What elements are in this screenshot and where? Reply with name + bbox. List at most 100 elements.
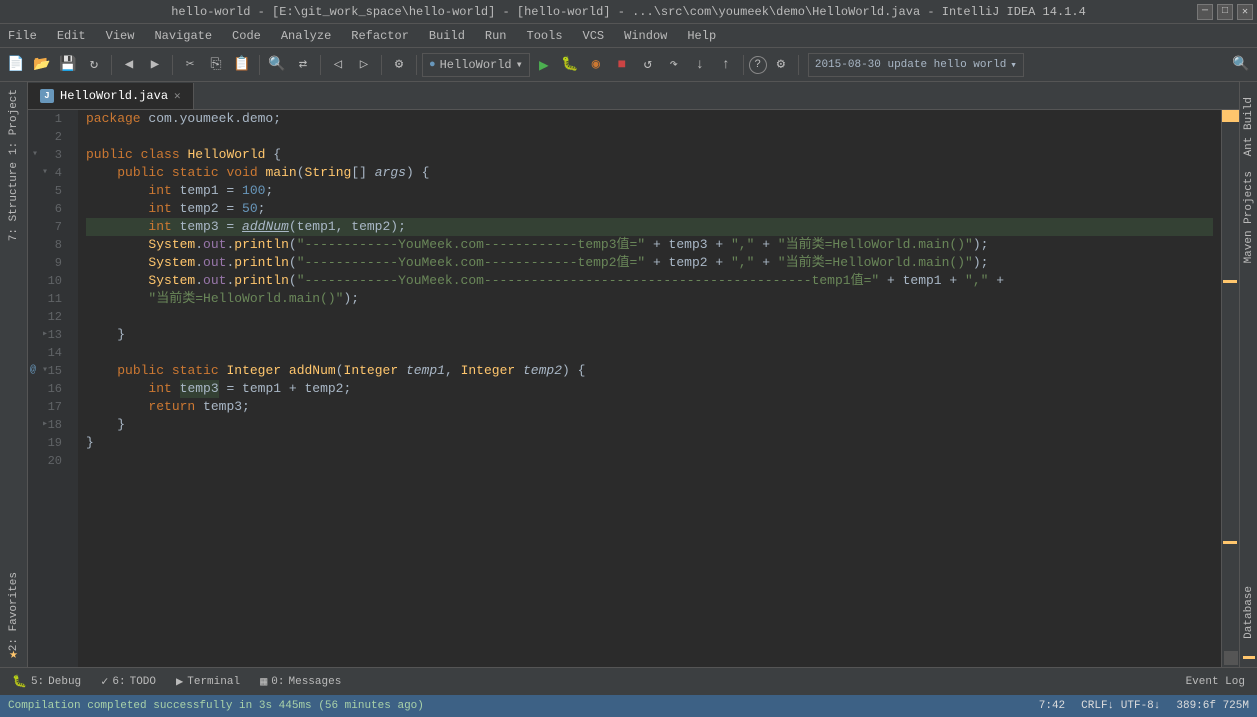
sep5 <box>381 55 382 75</box>
copy-button[interactable]: ⎘ <box>204 53 228 77</box>
status-line-ending: CRLF↓ UTF-8↓ <box>1081 700 1160 712</box>
project-panel-button[interactable]: 1: Project <box>5 83 23 161</box>
maximize-button[interactable]: □ <box>1217 4 1233 20</box>
menu-navigate[interactable]: Navigate <box>150 27 216 45</box>
messages-num: 0: <box>271 676 284 688</box>
close-button[interactable]: ✕ <box>1237 4 1253 20</box>
code-line-19: } <box>86 434 1213 452</box>
line-5: 5 <box>28 182 70 200</box>
database-panel-button[interactable]: Database <box>1241 582 1257 643</box>
code-line-4: public static void main(String[] args) { <box>86 164 1213 182</box>
title-bar: hello-world - [E:\git_work_space\hello-w… <box>0 0 1257 24</box>
menu-analyze[interactable]: Analyze <box>277 27 335 45</box>
scroll-thumb[interactable] <box>1224 651 1238 665</box>
line-2: 2 <box>28 128 70 146</box>
minimize-button[interactable]: ─ <box>1197 4 1213 20</box>
undo-button[interactable]: ◀ <box>117 53 141 77</box>
right-tool-panels: Ant Build Maven Projects Database <box>1239 82 1257 667</box>
tab-close-button[interactable]: ✕ <box>174 89 181 103</box>
run-config-dropdown[interactable]: ● HelloWorld ▾ <box>422 53 530 77</box>
reload-button[interactable]: ↺ <box>636 53 660 77</box>
line-7: 7 <box>28 218 70 236</box>
menu-run[interactable]: Run <box>481 27 511 45</box>
menu-file[interactable]: File <box>4 27 41 45</box>
tab-helloworld[interactable]: J HelloWorld.java ✕ <box>28 83 194 109</box>
sync-button[interactable]: ↻ <box>82 53 106 77</box>
code-editor[interactable]: 1 2 3▾ 4▾ 5 6 7 8 9 10 11 12 13▸ 14 15@▾… <box>28 110 1239 667</box>
step-over-button[interactable]: ↷ <box>662 53 686 77</box>
step-into-button[interactable]: ↓ <box>688 53 712 77</box>
menu-vcs[interactable]: VCS <box>579 27 609 45</box>
menu-code[interactable]: Code <box>228 27 265 45</box>
find-button[interactable]: 🔍 <box>265 53 289 77</box>
line-14: 14 <box>28 344 70 362</box>
code-line-3: public class HelloWorld { <box>86 146 1213 164</box>
open-button[interactable]: 📂 <box>30 53 54 77</box>
favorites-panel-button[interactable]: 2: Favorites <box>5 566 23 657</box>
stop-button[interactable]: ■ <box>610 53 634 77</box>
terminal-tab[interactable]: ▶ Terminal <box>168 670 248 694</box>
vcs-commit-area[interactable]: 2015-08-30 update hello world ▾ <box>808 53 1024 77</box>
menu-window[interactable]: Window <box>620 27 671 45</box>
toolbar: 📄 📂 💾 ↻ ◀ ▶ ✂ ⎘ 📋 🔍 ⇄ ◁ ▷ ⚙ ● HelloWorld… <box>0 48 1257 82</box>
status-right-area: 7:42 CRLF↓ UTF-8↓ 389:6f 725M <box>1039 700 1249 712</box>
forward-button[interactable]: ▷ <box>352 53 376 77</box>
menu-view[interactable]: View <box>102 27 139 45</box>
run-config-label: HelloWorld <box>440 58 512 72</box>
save-button[interactable]: 💾 <box>56 53 80 77</box>
sep3 <box>259 55 260 75</box>
menu-build[interactable]: Build <box>425 27 469 45</box>
structure-panel-button[interactable]: 7: Structure <box>5 156 23 247</box>
line-11: 11 <box>28 290 70 308</box>
editor-area: J HelloWorld.java ✕ 1 2 3▾ 4▾ 5 6 7 8 9 … <box>28 82 1239 667</box>
messages-tab[interactable]: ▦ 0: Messages <box>252 670 349 694</box>
todo-tab[interactable]: ✓ 6: TODO <box>93 670 164 694</box>
new-file-button[interactable]: 📄 <box>4 53 28 77</box>
maven-projects-panel-button[interactable]: Maven Projects <box>1241 167 1257 267</box>
help-button[interactable]: ? <box>749 56 767 74</box>
messages-icon: ▦ <box>260 674 267 689</box>
menu-edit[interactable]: Edit <box>53 27 90 45</box>
warning-mark-2 <box>1223 541 1237 544</box>
code-content[interactable]: package com.youmeek.demo; public class H… <box>78 110 1221 667</box>
paste-button[interactable]: 📋 <box>230 53 254 77</box>
back-button[interactable]: ◁ <box>326 53 350 77</box>
tab-label: HelloWorld.java <box>60 89 168 103</box>
line-number-gutter: 1 2 3▾ 4▾ 5 6 7 8 9 10 11 12 13▸ 14 15@▾… <box>28 110 78 667</box>
code-line-13: } <box>86 326 1213 344</box>
todo-icon: ✓ <box>101 674 108 689</box>
error-indicator-top <box>1222 110 1239 122</box>
menu-help[interactable]: Help <box>683 27 720 45</box>
commit-msg: 2015-08-30 update hello world <box>815 59 1006 71</box>
line-15: 15@▾ <box>28 362 70 380</box>
line-3: 3▾ <box>28 146 70 164</box>
debug-button[interactable]: 🐛 <box>558 53 582 77</box>
scroll-track[interactable] <box>1222 122 1239 649</box>
editor-scrollbar[interactable] <box>1221 110 1239 667</box>
settings-button[interactable]: ⚙ <box>769 53 793 77</box>
ant-build-panel-button[interactable]: Ant Build <box>1241 93 1257 160</box>
sep1 <box>111 55 112 75</box>
sep4 <box>320 55 321 75</box>
line-17: 17 <box>28 398 70 416</box>
code-line-8: System.out.println("------------YouMeek.… <box>86 236 1213 254</box>
coverage-button[interactable]: ◉ <box>584 53 608 77</box>
status-time: 7:42 <box>1039 700 1065 712</box>
status-indicator <box>1243 656 1255 659</box>
event-log-tab[interactable]: Event Log <box>1178 670 1253 694</box>
run-button[interactable]: ▶ <box>532 53 556 77</box>
menu-tools[interactable]: Tools <box>523 27 567 45</box>
search-everywhere-button[interactable]: 🔍 <box>1229 53 1253 77</box>
sep2 <box>172 55 173 75</box>
cut-button[interactable]: ✂ <box>178 53 202 77</box>
line-19: 19 <box>28 434 70 452</box>
code-line-11: "当前类=HelloWorld.main()"); <box>86 290 1213 308</box>
redo-button[interactable]: ▶ <box>143 53 167 77</box>
replace-button[interactable]: ⇄ <box>291 53 315 77</box>
build-button[interactable]: ⚙ <box>387 53 411 77</box>
debug-tab[interactable]: 🐛 5: Debug <box>4 670 89 694</box>
step-out-button[interactable]: ↑ <box>714 53 738 77</box>
line-18: 18▸ <box>28 416 70 434</box>
line-9: 9 <box>28 254 70 272</box>
menu-refactor[interactable]: Refactor <box>347 27 413 45</box>
